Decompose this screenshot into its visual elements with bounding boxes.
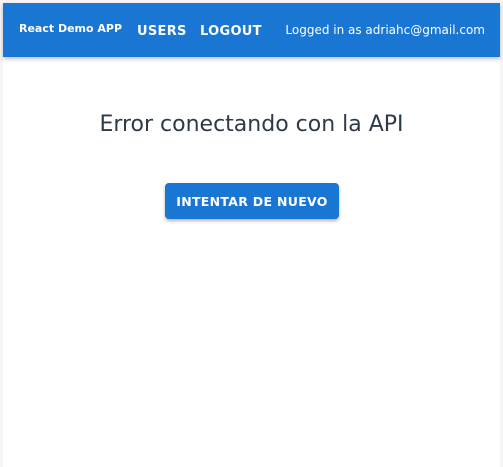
error-message: Error conectando con la API — [99, 112, 404, 137]
logged-in-status: Logged in as adriahc@gmail.com — [285, 23, 485, 37]
nav-logout-button[interactable]: LOGOUT — [200, 19, 262, 43]
retry-button[interactable]: INTENTAR DE NUEVO — [165, 183, 339, 219]
nav-users-button[interactable]: USERS — [137, 19, 187, 43]
main-content: Error conectando con la API INTENTAR DE … — [3, 57, 500, 467]
page: React Demo APP USERS LOGOUT Logged in as… — [0, 0, 503, 467]
app-bar: React Demo APP USERS LOGOUT Logged in as… — [3, 3, 500, 57]
app-brand: React Demo APP — [19, 22, 123, 35]
